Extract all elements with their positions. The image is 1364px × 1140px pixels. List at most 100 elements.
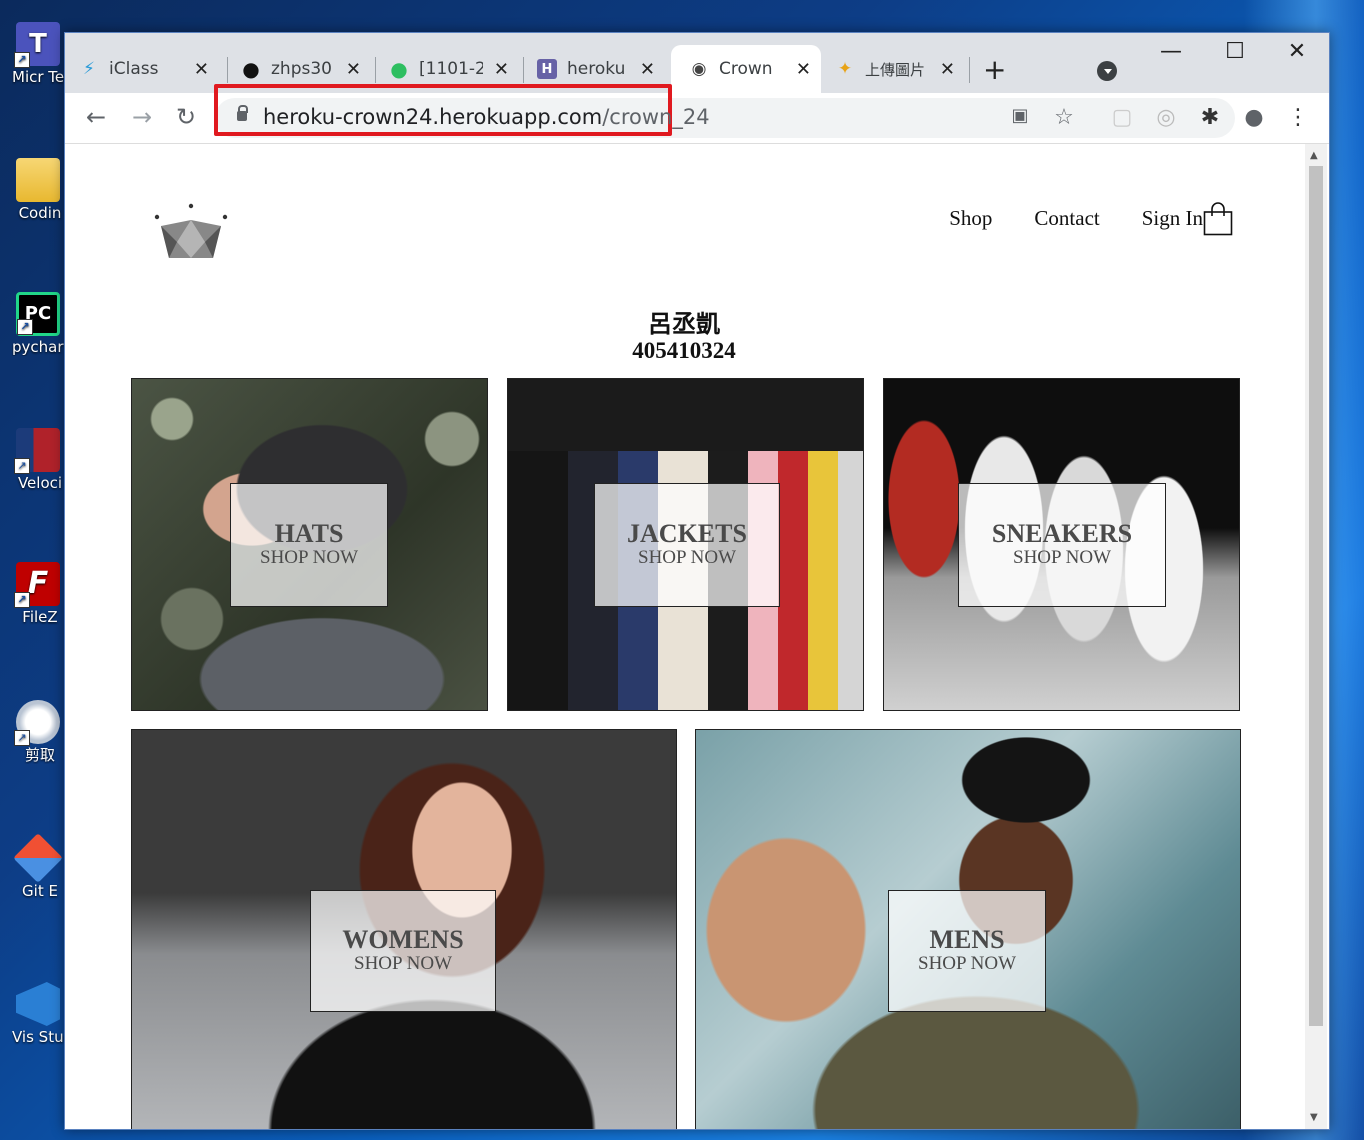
close-icon[interactable]: ✕ (494, 59, 509, 80)
tab-label: [1101-2 (419, 59, 483, 79)
tab-iclass[interactable]: ⚡ iClass ✕ (79, 45, 219, 93)
tab-label: iClass (109, 59, 159, 79)
folder-icon (16, 158, 60, 202)
desktop-icon-vs[interactable]: Vis Studio (8, 982, 68, 1046)
maximize-button[interactable]: ☐ (1215, 39, 1255, 64)
browser-toolbar: ← → ↻ heroku-crown24.herokuapp.com/crown… (65, 84, 1329, 144)
git-icon (13, 833, 63, 883)
close-icon[interactable]: ✕ (346, 59, 361, 80)
shopping-bag-icon[interactable] (1203, 202, 1233, 236)
desktop-icon-snip[interactable]: ↗ 剪取 (8, 700, 68, 764)
category-title: SNEAKERS (991, 519, 1133, 548)
new-tab-button[interactable]: + (983, 53, 1006, 86)
category-title: HATS (274, 519, 344, 548)
desktop-icon-label: Git E (22, 882, 58, 900)
book-icon: ↗ (14, 428, 60, 474)
close-icon[interactable]: ✕ (194, 59, 209, 80)
window-close-button[interactable]: ✕ (1277, 39, 1317, 64)
close-icon[interactable]: ✕ (940, 59, 955, 80)
puzzle-icon[interactable]: ✱ (1195, 105, 1225, 130)
category-caption: WOMENS SHOP NOW (310, 890, 496, 1012)
category-subtitle: SHOP NOW (918, 953, 1016, 974)
category-tile-jackets[interactable]: JACKETS SHOP NOW (507, 378, 864, 711)
tab-crown[interactable]: ◉ Crown ✕ (671, 45, 821, 93)
category-tile-sneakers[interactable]: SNEAKERS SHOP NOW (883, 378, 1240, 711)
photos-icon: ✦ (837, 59, 853, 79)
browser-window: ⚡ iClass ✕ ● zhps30 ✕ ● [1101-2 ✕ H hero… (64, 32, 1330, 1130)
category-title: JACKETS (627, 519, 747, 548)
back-arrow-icon[interactable]: ← (81, 103, 111, 131)
tab-separator (227, 57, 228, 83)
desktop-icon-label: Micr Tea (12, 68, 68, 86)
tab-label: heroku (567, 59, 626, 79)
desktop-icon-label: pychar - 提 (12, 338, 68, 356)
tab-separator (969, 57, 970, 83)
scrollbar-thumb[interactable] (1309, 166, 1323, 1026)
teams-icon: T ↗ (14, 22, 60, 68)
close-icon[interactable]: ✕ (640, 59, 655, 80)
category-caption: JACKETS SHOP NOW (594, 483, 780, 607)
scissors-icon: ↗ (14, 700, 60, 746)
category-subtitle: SHOP NOW (354, 953, 452, 974)
category-tile-mens[interactable]: MENS SHOP NOW (695, 729, 1241, 1129)
category-subtitle: SHOP NOW (638, 547, 736, 568)
filezilla-icon: F ↗ (14, 562, 60, 608)
desktop-icon-git[interactable]: Git E (8, 833, 68, 900)
reload-icon[interactable]: ↻ (171, 103, 201, 131)
tab-separator (523, 57, 524, 83)
desktop-icon-pycharm[interactable]: PC↗ pychar - 提 (8, 292, 68, 356)
tab-label: zhps30 (271, 59, 332, 79)
evernote-icon: ● (390, 57, 408, 81)
forward-arrow-icon[interactable]: → (127, 103, 157, 131)
desktop-icon-label: 剪取 (24, 746, 55, 764)
translate-icon[interactable]: ▣ (1005, 105, 1035, 126)
nav-shop-link[interactable]: Shop (949, 206, 992, 231)
desktop-icon-label: Veloci (17, 474, 63, 492)
desktop-icon-label: Codin (18, 204, 62, 222)
category-tile-womens[interactable]: WOMENS SHOP NOW (131, 729, 677, 1129)
star-icon[interactable]: ☆ (1049, 105, 1079, 130)
visual-studio-icon (16, 982, 60, 1026)
tab-upload[interactable]: ✦ 上傳圖片 ✕ (835, 45, 965, 93)
vertical-scrollbar[interactable]: ▲ ▼ (1305, 144, 1327, 1129)
tab-search-icon[interactable] (1097, 61, 1117, 81)
category-caption: HATS SHOP NOW (230, 483, 388, 607)
crown-logo-icon[interactable] (153, 202, 229, 262)
site-nav: Shop Contact Sign In (949, 206, 1203, 231)
desktop-icon-folder[interactable]: Codin (8, 158, 68, 222)
tab-separator (375, 57, 376, 83)
desktop-icon-label: Vis Studio (12, 1028, 68, 1046)
url-text[interactable]: heroku-crown24.herokuapp.com/crown_24 (263, 105, 710, 129)
author-name: 呂丞凱 (648, 310, 720, 338)
desktop-icon-teams[interactable]: T ↗ Micr Tea (8, 22, 68, 86)
student-id: 405410324 (632, 338, 736, 363)
category-tile-hats[interactable]: HATS SHOP NOW (131, 378, 488, 711)
lock-icon[interactable] (237, 105, 248, 121)
github-icon: ● (242, 57, 260, 81)
extension-box-icon[interactable]: ▢ (1107, 105, 1137, 130)
minimize-button[interactable]: — (1151, 39, 1191, 64)
iclass-icon: ⚡ (83, 59, 95, 79)
scroll-down-icon[interactable]: ▼ (1310, 1112, 1318, 1123)
pycharm-icon: PC ↗ (16, 292, 60, 336)
category-subtitle: SHOP NOW (260, 547, 358, 568)
category-title: MENS (929, 925, 1005, 954)
tab-label: 上傳圖片 (865, 60, 926, 79)
avatar[interactable]: ● (1239, 105, 1269, 130)
category-caption: SNEAKERS SHOP NOW (958, 483, 1166, 607)
scroll-up-icon[interactable]: ▲ (1310, 150, 1318, 161)
category-title: WOMENS (342, 925, 464, 954)
close-icon[interactable]: ✕ (796, 59, 811, 80)
globe-icon: ◉ (691, 59, 707, 79)
page-viewport: Shop Contact Sign In 呂丞凱 405410324 HATS … (65, 144, 1303, 1129)
extension-circle-icon[interactable]: ◎ (1151, 105, 1181, 130)
menu-dots-icon[interactable]: ⋮ (1283, 105, 1313, 130)
heroku-icon: H (537, 59, 557, 79)
desktop-icon-velocity[interactable]: ↗ Veloci (8, 428, 68, 492)
url-path: /crown_24 (602, 105, 710, 129)
nav-contact-link[interactable]: Contact (1034, 206, 1099, 231)
category-caption: MENS SHOP NOW (888, 890, 1046, 1012)
desktop-icon-filezilla[interactable]: F ↗ FileZ (8, 562, 68, 626)
url-host: heroku-crown24.herokuapp.com (263, 105, 603, 129)
nav-signin-link[interactable]: Sign In (1142, 206, 1203, 231)
